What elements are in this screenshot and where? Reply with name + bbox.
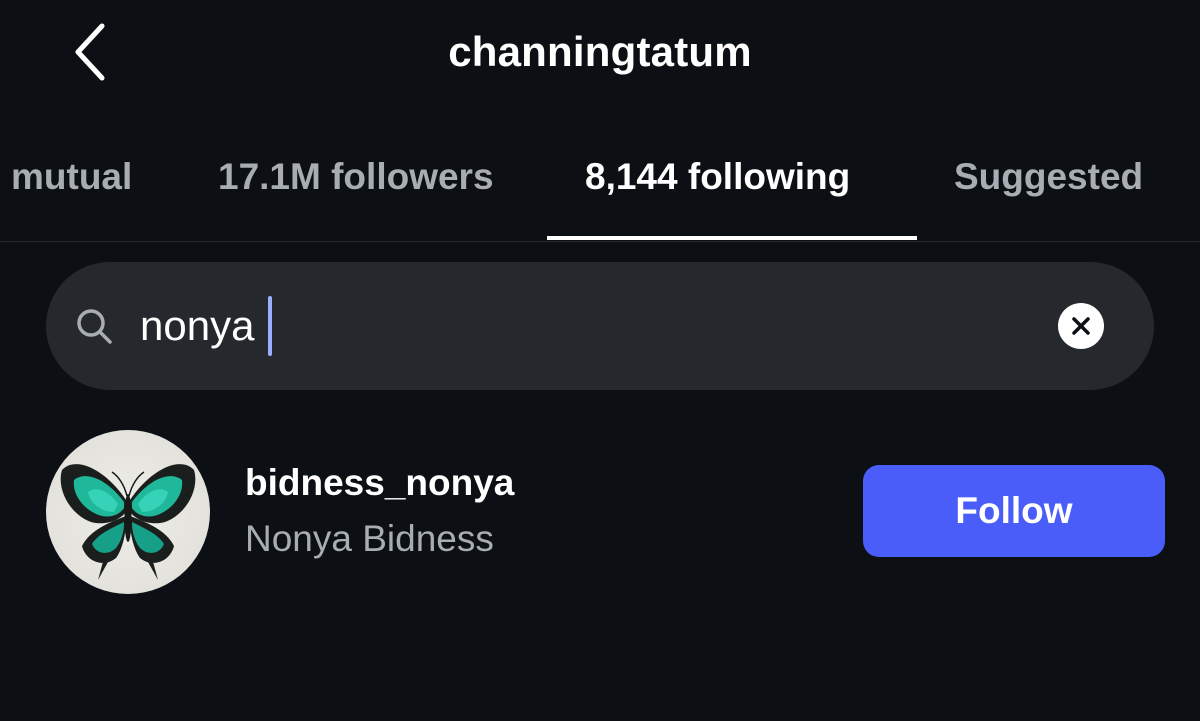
follow-button[interactable]: Follow bbox=[863, 465, 1165, 557]
list-item[interactable]: bidness_nonya Nonya Bidness Follow bbox=[0, 420, 1200, 600]
butterfly-avatar[interactable] bbox=[46, 430, 210, 594]
search-icon bbox=[77, 309, 112, 344]
search-input[interactable] bbox=[140, 300, 1040, 352]
clear-icon bbox=[1072, 317, 1090, 335]
active-tab-indicator bbox=[547, 236, 917, 240]
header: channingtatum bbox=[0, 0, 1200, 110]
search-bar bbox=[46, 262, 1154, 390]
tab-mutual[interactable]: mutual bbox=[11, 156, 132, 198]
clear-search-button[interactable] bbox=[1058, 303, 1104, 349]
text-caret bbox=[268, 296, 272, 356]
full-name: Nonya Bidness bbox=[245, 518, 494, 559]
tab-suggested[interactable]: Suggested bbox=[954, 156, 1143, 198]
tab-bar: mutual 17.1M followers 8,144 following S… bbox=[0, 130, 1200, 242]
tab-followers[interactable]: 17.1M followers bbox=[218, 156, 494, 198]
username[interactable]: bidness_nonya bbox=[245, 462, 514, 504]
page-title: channingtatum bbox=[448, 28, 752, 75]
tab-following[interactable]: 8,144 following bbox=[585, 156, 850, 198]
